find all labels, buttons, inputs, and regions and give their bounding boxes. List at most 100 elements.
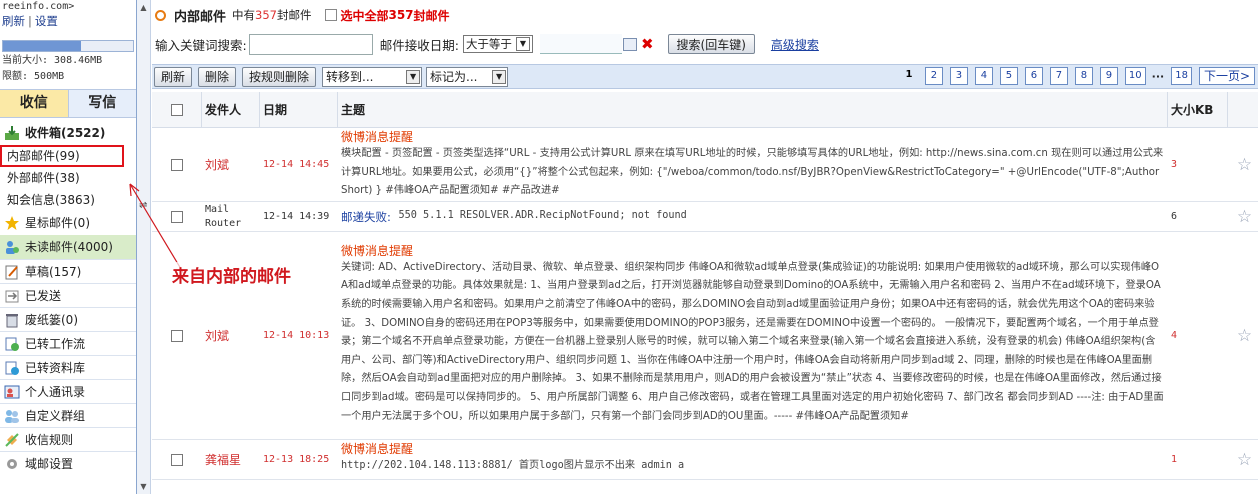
table-header: 发件人 日期 主题 大小KB — [152, 91, 1258, 128]
folder-notice[interactable]: 知会信息(3863) — [0, 189, 136, 211]
table-row[interactable]: 龚福星 12-13 18:25 微博消息提醒 http://202.104.14… — [152, 440, 1258, 480]
folder-label: 域邮设置 — [25, 456, 74, 471]
page-10[interactable]: 10 — [1124, 67, 1146, 85]
chevron-down-icon: ▼ — [492, 69, 507, 84]
scroll-up-arrow-icon[interactable]: ▲ — [138, 2, 149, 13]
row-checkbox-cell — [152, 440, 202, 479]
folder-label: 内部邮件(99) — [7, 149, 80, 163]
group-icon — [5, 409, 19, 423]
header-date[interactable]: 日期 — [260, 91, 338, 128]
move-to-select[interactable]: 转移到... ▼ — [322, 66, 423, 87]
inbox-icon — [5, 126, 19, 140]
folder-label: 星标邮件(0) — [25, 216, 90, 230]
folder-settings[interactable]: 域邮设置 — [0, 451, 136, 475]
sidebar-splitter[interactable]: ▲ ⇌ ▼ — [137, 0, 151, 494]
row-checkbox[interactable] — [171, 329, 183, 342]
row-subject-body: http://202.104.148.113:8881/ 首页logo图片显示不… — [341, 460, 685, 472]
header-subject[interactable]: 主题 — [338, 91, 1168, 128]
receive-tab[interactable]: 收信 — [0, 90, 69, 117]
page-ellipsis: ··· — [1151, 69, 1165, 83]
folder-starred[interactable]: 星标邮件(0) — [0, 211, 136, 235]
folder-rules[interactable]: 收信规则 — [0, 427, 136, 451]
row-checkbox[interactable] — [171, 210, 183, 223]
row-checkbox[interactable] — [171, 158, 183, 171]
row-subject-title: 邮递失败: — [341, 209, 391, 224]
row-subject-title: 微博消息提醒 — [341, 442, 414, 457]
settings-icon — [7, 458, 17, 469]
page-4[interactable]: 4 — [974, 67, 993, 85]
keyword-label: 输入关键词搜索: — [155, 37, 247, 53]
row-size: 3 — [1171, 159, 1178, 170]
collapse-toggle-icon[interactable]: ⇌ — [139, 200, 147, 211]
keyword-input[interactable] — [248, 33, 373, 55]
page-6[interactable]: 6 — [1024, 67, 1043, 85]
row-subject[interactable]: 微博消息提醒 http://202.104.148.113:8881/ 首页lo… — [338, 440, 1168, 479]
page-5[interactable]: 5 — [999, 67, 1018, 85]
folder-label: 收件箱(2522) — [25, 126, 106, 140]
table-row[interactable]: 刘斌 12-14 14:45 微博消息提醒 模块配置 - 页签配置 - 页签类型… — [152, 128, 1258, 202]
star-icon[interactable]: ☆ — [1228, 128, 1258, 201]
rule-delete-button[interactable]: 按规则删除 — [242, 66, 317, 87]
row-subject[interactable]: 邮递失败: 550 5.1.1 RESOLVER.ADR.RecipNotFou… — [338, 202, 1168, 231]
star-icon[interactable]: ☆ — [1228, 232, 1258, 439]
page-7[interactable]: 7 — [1049, 67, 1068, 85]
folder-label: 草稿(157) — [25, 264, 82, 279]
mail-tabs: 收信 写信 — [0, 89, 136, 118]
folder-label: 已发送 — [25, 288, 62, 303]
header-from[interactable]: 发件人 — [202, 91, 260, 128]
folder-external-mail[interactable]: 外部邮件(38) — [0, 167, 136, 189]
write-tab[interactable]: 写信 — [68, 90, 136, 117]
date-operator-select[interactable]: 大于等于 ▼ — [462, 35, 533, 53]
page-2[interactable]: 2 — [924, 67, 943, 85]
header-star — [1228, 92, 1258, 128]
folder-inbox[interactable]: 收件箱(2522) — [0, 121, 136, 145]
header-size[interactable]: 大小KB — [1168, 91, 1228, 128]
folder-sent[interactable]: 已发送 — [0, 283, 136, 307]
page-8[interactable]: 8 — [1074, 67, 1093, 85]
refresh-button[interactable]: 刷新 — [154, 66, 193, 87]
select-all-suffix: 封邮件 — [413, 8, 450, 23]
select-all-checkbox[interactable] — [325, 9, 338, 21]
folder-drafts[interactable]: 草稿(157) — [0, 259, 136, 283]
table-row[interactable]: Mail Router 12-14 14:39 邮递失败: 550 5.1.1 … — [152, 202, 1258, 232]
search-button[interactable]: 搜索(回车键) — [667, 34, 755, 54]
row-subject-body: 模块配置 - 页签配置 - 页签类型选择“URL - 支持用公式计算URL 原来… — [341, 148, 1164, 196]
quota-size: 当前大小: 308.46MB — [2, 55, 103, 66]
advanced-search-link[interactable]: 高级搜索 — [771, 36, 819, 53]
page-last[interactable]: 18 — [1171, 67, 1192, 85]
row-from: Mail Router — [205, 203, 242, 229]
settings-link[interactable]: 设置 — [35, 14, 58, 28]
folder-trash[interactable]: 废纸篓(0) — [0, 307, 136, 331]
star-icon[interactable]: ☆ — [1228, 202, 1258, 231]
page-title: 内部邮件 — [174, 9, 227, 25]
chevron-down-icon: ▼ — [515, 37, 530, 51]
page-3[interactable]: 3 — [949, 67, 968, 85]
row-subject-title: 微博消息提醒 — [341, 243, 414, 258]
refresh-link[interactable]: 刷新 — [2, 14, 25, 28]
row-subject[interactable]: 微博消息提醒 模块配置 - 页签配置 - 页签类型选择“URL - 支持用公式计… — [338, 128, 1168, 201]
select-all-toggle[interactable]: 选中全部 357 封邮件 — [325, 7, 450, 24]
mark-as-select[interactable]: 标记为... ▼ — [426, 66, 509, 87]
folder-contacts[interactable]: 个人通讯录 — [0, 379, 136, 403]
folder-workflow[interactable]: 已转工作流 — [0, 331, 136, 355]
date-input[interactable] — [539, 34, 622, 54]
folder-internal-mail[interactable]: 内部邮件(99) — [0, 145, 124, 167]
folder-unread[interactable]: 未读邮件(4000) — [0, 235, 136, 259]
calendar-icon[interactable] — [622, 37, 637, 51]
star-icon[interactable]: ☆ — [1228, 440, 1258, 479]
table-row[interactable]: 刘斌 12-14 10:13 微博消息提醒 关键词: AD、ActiveDire… — [152, 232, 1258, 440]
draft-icon — [5, 265, 18, 279]
folder-custom-group[interactable]: 自定义群组 — [0, 403, 136, 427]
folder-label: 个人通讯录 — [25, 384, 86, 399]
row-checkbox[interactable] — [171, 453, 183, 466]
select-all-rows-checkbox[interactable] — [170, 103, 183, 116]
next-page-button[interactable]: 下一页> — [1198, 67, 1255, 85]
page-9[interactable]: 9 — [1099, 67, 1118, 85]
row-from: 刘斌 — [205, 158, 230, 172]
folder-label: 自定义群组 — [25, 408, 86, 423]
row-subject[interactable]: 微博消息提醒 关键词: AD、ActiveDirectory、活动目录、微软、单… — [338, 232, 1168, 439]
clear-date-icon[interactable]: ✖ — [641, 35, 654, 53]
scroll-down-arrow-icon[interactable]: ▼ — [138, 481, 149, 492]
delete-button[interactable]: 删除 — [198, 66, 237, 87]
folder-library[interactable]: 已转资料库 — [0, 355, 136, 379]
